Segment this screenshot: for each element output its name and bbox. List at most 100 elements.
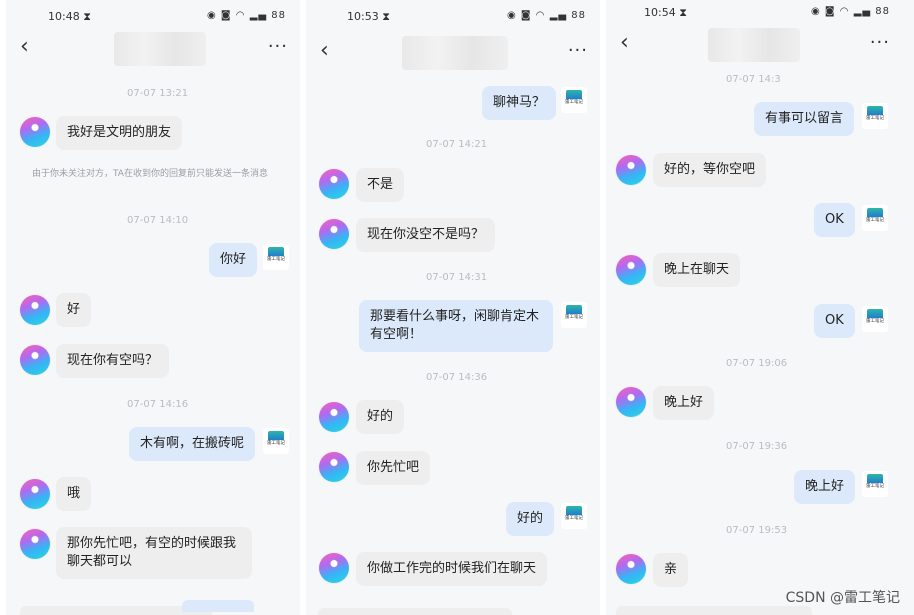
contact-avatar[interactable] xyxy=(616,387,646,417)
book-icon xyxy=(867,106,883,115)
contact-avatar[interactable] xyxy=(616,155,646,185)
csdn-watermark: CSDN @雷工笔记 xyxy=(785,590,900,606)
message-bubble-received[interactable]: 好 xyxy=(56,293,92,327)
timestamp: 07-07 14:16 xyxy=(127,399,189,410)
my-avatar-logo[interactable]: 雷工笔记 xyxy=(561,302,587,328)
back-icon[interactable]: ‹ xyxy=(20,34,29,59)
nav-bar: ‹ ··· xyxy=(6,32,300,66)
back-icon[interactable]: ‹ xyxy=(320,38,329,63)
logo-label: 雷工笔记 xyxy=(865,318,884,324)
back-icon[interactable]: ‹ xyxy=(620,30,629,55)
status-bar: 10:53 ⧗ ◉ ◙ ◠ ▂▄ 88 xyxy=(306,8,600,26)
timestamp: 07-07 14:36 xyxy=(426,372,488,383)
contact-avatar[interactable] xyxy=(20,295,50,325)
timestamp: 07-07 14:21 xyxy=(426,139,488,150)
blurred-contact-name xyxy=(402,36,508,70)
contact-avatar[interactable] xyxy=(616,554,646,584)
message-bubble-received[interactable]: 现在你没空不是吗？ xyxy=(356,218,496,252)
message-bubble-received[interactable]: 那你先忙吧，有空的时候跟我聊天都可以 xyxy=(56,527,252,579)
message-bubble-received[interactable]: 晚上好 xyxy=(653,386,715,420)
book-icon xyxy=(867,309,883,318)
contact-avatar[interactable] xyxy=(20,529,50,559)
book-icon xyxy=(566,90,582,99)
message-bubble-sent[interactable]: 那要看什么事呀，闲聊肯定木有空啊！ xyxy=(359,300,553,352)
message-bubble-received[interactable]: 你做工作完的时候我们在聊天 xyxy=(356,552,548,586)
message-bubble-partial xyxy=(182,600,254,612)
nav-bar: ‹ ··· xyxy=(606,28,914,62)
contact-avatar[interactable] xyxy=(319,402,349,432)
message-bubble-partial xyxy=(318,608,512,615)
more-icon[interactable]: ··· xyxy=(870,32,890,53)
my-avatar-logo[interactable]: 雷工笔记 xyxy=(862,103,888,129)
status-bar: 10:48 ⧗ ◉ ◙ ◠ ▂▄ 88 xyxy=(6,8,300,26)
contact-avatar[interactable] xyxy=(20,117,50,147)
more-icon[interactable]: ··· xyxy=(568,40,588,61)
chat-screen-1: 10:48 ⧗ ◉ ◙ ◠ ▂▄ 88 ‹ ··· 07-07 13:21 我好… xyxy=(6,0,300,615)
contact-avatar[interactable] xyxy=(319,219,349,249)
contact-avatar[interactable] xyxy=(616,255,646,285)
logo-label: 雷工笔记 xyxy=(865,217,884,223)
my-avatar-logo[interactable]: 雷工笔记 xyxy=(561,87,587,113)
message-bubble-received[interactable]: 你先忙吧 xyxy=(356,451,431,485)
logo-label: 雷工笔记 xyxy=(564,99,583,105)
message-bubble-partial xyxy=(616,606,812,615)
message-bubble-received[interactable]: 我好是文明的朋友 xyxy=(56,116,183,150)
timestamp: 07-07 14:31 xyxy=(426,272,488,283)
status-icons: ◉ ◙ ◠ ▂▄ 88 xyxy=(207,10,286,21)
chat-screen-2: 10:53 ⧗ ◉ ◙ ◠ ▂▄ 88 ‹ ··· 聊神马？ 雷工笔记 07-0… xyxy=(306,0,600,615)
book-icon xyxy=(268,431,284,440)
timestamp: 07-07 19:06 xyxy=(726,358,788,369)
message-bubble-received[interactable]: 亲 xyxy=(653,553,689,587)
status-icons: ◉ ◙ ◠ ▂▄ 88 xyxy=(507,10,586,21)
message-bubble-received[interactable]: 好的 xyxy=(356,400,405,434)
book-icon xyxy=(566,506,582,515)
message-bubble-sent[interactable]: OK xyxy=(814,304,855,338)
message-bubble-received[interactable]: 晚上在聊天 xyxy=(653,253,741,287)
logo-label: 雷工笔记 xyxy=(865,115,884,121)
timestamp: 07-07 13:21 xyxy=(127,88,189,99)
contact-avatar[interactable] xyxy=(20,479,50,509)
message-bubble-received[interactable]: 哦 xyxy=(56,477,92,511)
message-bubble-sent[interactable]: OK xyxy=(814,203,855,237)
status-time: 10:54 ⧗ xyxy=(644,6,687,19)
my-avatar-logo[interactable]: 雷工笔记 xyxy=(862,205,888,231)
my-avatar-logo[interactable]: 雷工笔记 xyxy=(862,471,888,497)
message-bubble-sent[interactable]: 晚上好 xyxy=(794,470,856,504)
book-icon xyxy=(566,305,582,314)
blurred-contact-name xyxy=(114,32,206,66)
status-time: 10:53 ⧗ xyxy=(347,10,390,23)
contact-avatar[interactable] xyxy=(319,169,349,199)
logo-label: 雷工笔记 xyxy=(564,314,583,320)
message-bubble-sent[interactable]: 聊神马？ xyxy=(482,86,557,120)
message-bubble-sent[interactable]: 好的 xyxy=(506,502,555,536)
status-bar: 10:54 ⧗ ◉ ◙ ◠ ▂▄ 88 xyxy=(606,4,914,22)
timestamp: 07-07 14:10 xyxy=(127,215,189,226)
message-bubble-sent[interactable]: 你好 xyxy=(209,243,258,277)
chat-screen-3: 10:54 ⧗ ◉ ◙ ◠ ▂▄ 88 ‹ ··· 07-07 14:3 有事可… xyxy=(606,0,914,615)
contact-avatar[interactable] xyxy=(20,345,50,375)
my-avatar-logo[interactable]: 雷工笔记 xyxy=(263,428,289,454)
status-time: 10:48 ⧗ xyxy=(48,10,91,23)
book-icon xyxy=(268,247,284,256)
status-icons: ◉ ◙ ◠ ▂▄ 88 xyxy=(811,6,890,17)
book-icon xyxy=(867,208,883,217)
message-bubble-received[interactable]: 好的，等你空吧 xyxy=(653,153,767,187)
my-avatar-logo[interactable]: 雷工笔记 xyxy=(263,244,289,270)
message-bubble-received[interactable]: 现在你有空吗？ xyxy=(56,344,170,378)
message-bubble-sent[interactable]: 有事可以留言 xyxy=(754,102,855,136)
timestamp: 07-07 19:36 xyxy=(726,441,788,452)
timestamp: 07-07 14:3 xyxy=(726,74,781,85)
book-icon xyxy=(867,474,883,483)
more-icon[interactable]: ··· xyxy=(268,36,288,57)
nav-bar: ‹ ··· xyxy=(306,36,600,70)
my-avatar-logo[interactable]: 雷工笔记 xyxy=(561,503,587,529)
logo-label: 雷工笔记 xyxy=(865,483,884,489)
message-bubble-sent[interactable]: 木有啊，在搬砖呢 xyxy=(129,427,256,461)
my-avatar-logo[interactable]: 雷工笔记 xyxy=(862,306,888,332)
contact-avatar[interactable] xyxy=(319,452,349,482)
timestamp: 07-07 19:53 xyxy=(726,525,788,536)
contact-avatar[interactable] xyxy=(319,553,349,583)
logo-label: 雷工笔记 xyxy=(266,256,285,262)
blurred-contact-name xyxy=(708,28,800,62)
message-bubble-received[interactable]: 不是 xyxy=(356,168,405,202)
